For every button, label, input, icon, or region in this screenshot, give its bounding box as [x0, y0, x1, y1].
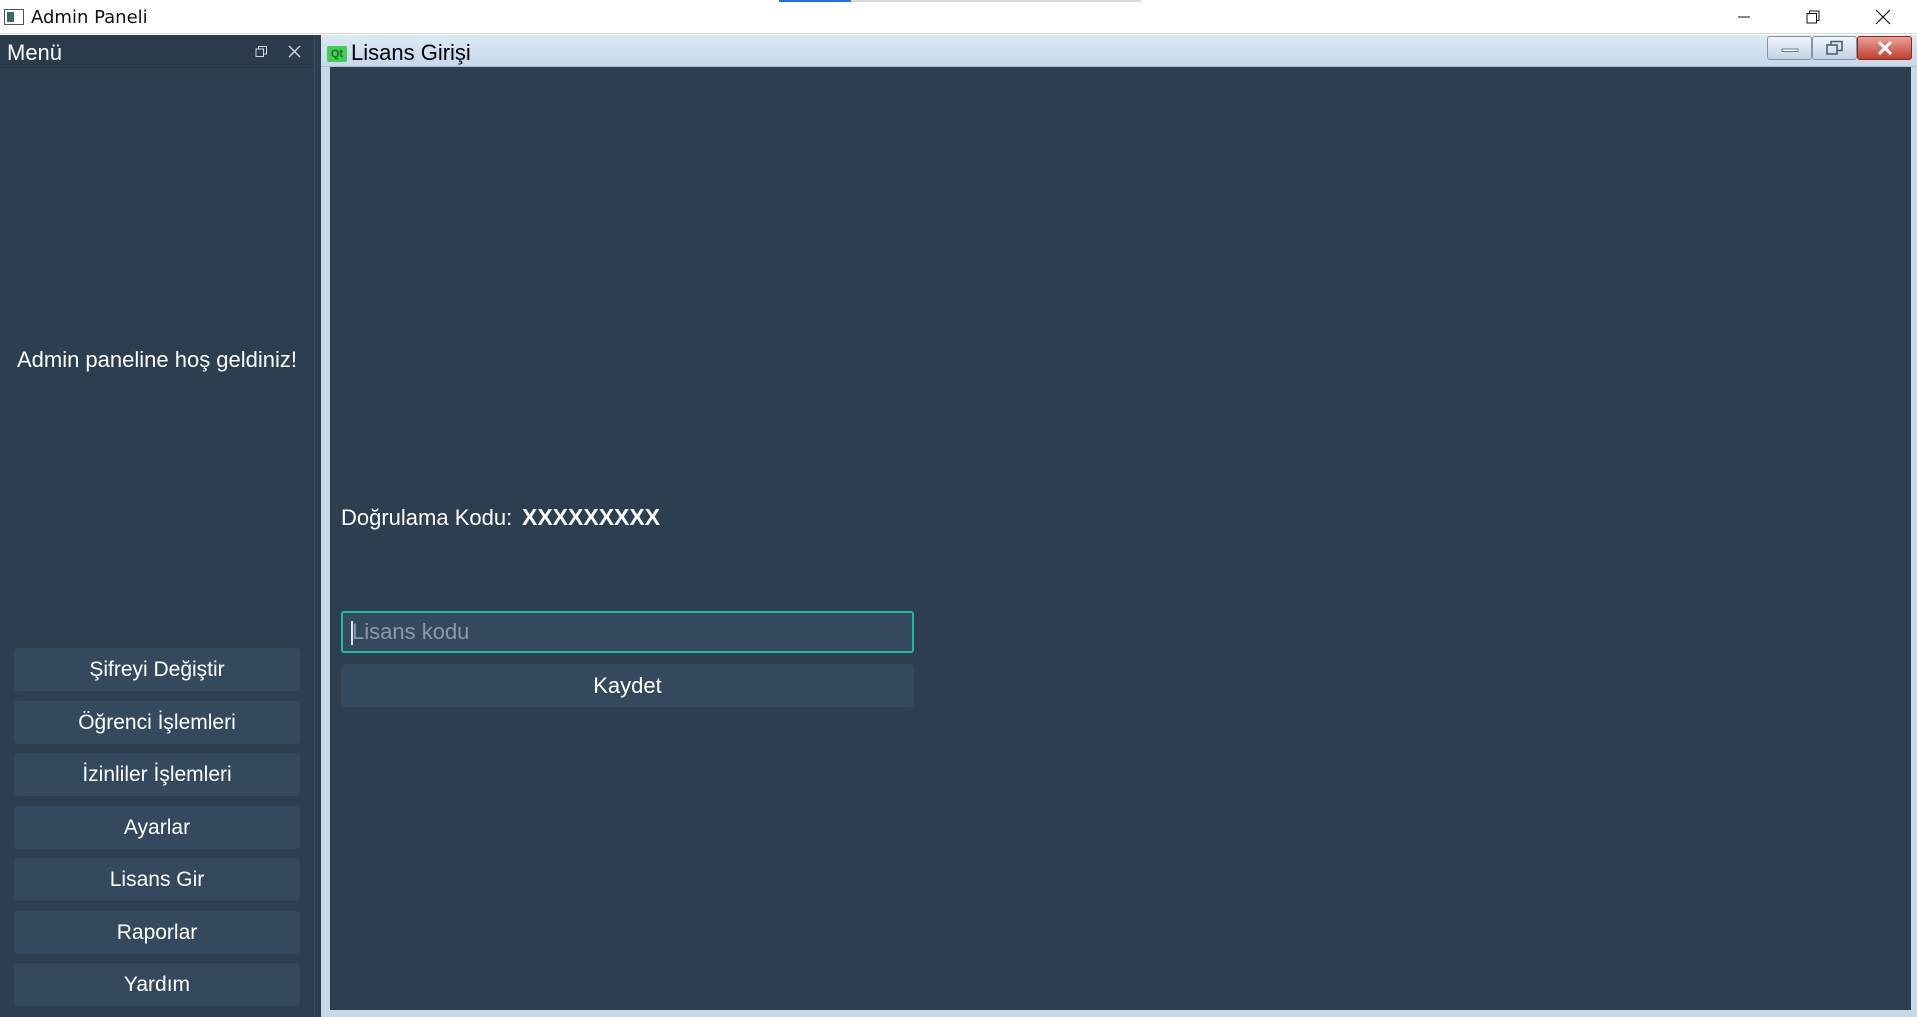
close-icon — [288, 45, 301, 58]
subwindow-close-button[interactable] — [1857, 36, 1912, 60]
restore-icon — [1825, 40, 1843, 55]
change-password-button[interactable]: Şifreyi Değiştir — [14, 648, 300, 691]
loading-indicator — [779, 0, 851, 2]
window-minimize-button[interactable] — [1709, 0, 1779, 34]
welcome-message: Admin paneline hoş geldiniz! — [16, 347, 298, 372]
student-operations-button[interactable]: Öğrenci İşlemleri — [14, 700, 300, 744]
dock-close-button[interactable] — [287, 44, 302, 59]
settings-button[interactable]: Ayarlar — [14, 805, 300, 849]
save-button[interactable]: Kaydet — [341, 664, 914, 707]
verification-code-label: Doğrulama Kodu: — [341, 505, 513, 530]
minimize-icon — [1781, 48, 1798, 52]
restore-icon — [1806, 10, 1820, 24]
window-close-button[interactable] — [1848, 0, 1917, 34]
app-window-icon — [4, 9, 24, 25]
dock-float-button[interactable] — [255, 45, 268, 58]
dock-title: Menü — [7, 40, 63, 65]
close-icon — [1877, 40, 1892, 56]
mdi-area: Qt Lisans Girişi Doğrulama Kodu: XXXXXXX… — [321, 35, 1917, 1017]
menu-list: Şifreyi Değiştir Öğrenci İşlemleri İzinl… — [14, 648, 300, 1016]
window-restore-button[interactable] — [1778, 0, 1848, 34]
dock-header[interactable]: Menü — [0, 35, 314, 68]
window-title: Admin Paneli — [31, 7, 148, 28]
license-panel: Doğrulama Kodu: XXXXXXXXX Kaydet — [330, 67, 1911, 1010]
verification-code-value: XXXXXXXXX — [522, 504, 661, 530]
dock-splitter[interactable] — [314, 35, 321, 1017]
help-button[interactable]: Yardım — [14, 963, 300, 1006]
subwindow-restore-button[interactable] — [1812, 36, 1857, 60]
qt-logo-icon: Qt — [327, 46, 347, 62]
leave-operations-button[interactable]: İzinliler İşlemleri — [14, 753, 300, 796]
enter-license-button[interactable]: Lisans Gir — [14, 858, 300, 901]
subwindow-titlebar[interactable]: Qt Lisans Girişi — [321, 35, 1917, 67]
float-icon — [255, 46, 267, 57]
subwindow-title: Lisans Girişi — [351, 40, 471, 65]
close-icon — [1875, 9, 1891, 25]
minimize-icon — [1738, 16, 1750, 18]
text-caret — [351, 621, 353, 645]
license-code-input[interactable] — [341, 611, 914, 653]
subwindow-minimize-button[interactable] — [1767, 36, 1812, 60]
reports-button[interactable]: Raporlar — [14, 910, 300, 954]
window-titlebar[interactable]: Admin Paneli — [0, 0, 1917, 34]
loading-track — [851, 0, 1141, 2]
menu-dock: Menü Admin paneline hoş geldiniz! Şifrey… — [0, 35, 314, 1017]
